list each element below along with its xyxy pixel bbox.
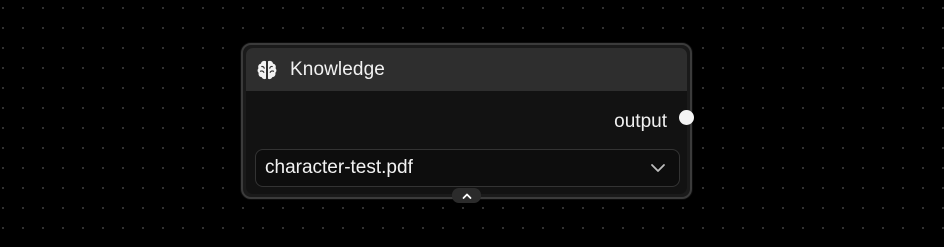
chevron-down-icon[interactable] xyxy=(649,159,667,177)
select-value: character-test.pdf xyxy=(265,157,413,178)
brain-icon xyxy=(255,58,279,82)
node-title: Knowledge xyxy=(290,58,385,80)
chevron-up-icon xyxy=(462,192,472,200)
output-handle[interactable] xyxy=(679,110,694,125)
knowledge-file-select[interactable]: character-test.pdf xyxy=(255,149,680,187)
knowledge-node[interactable]: Knowledge output character-test.pdf xyxy=(241,43,692,199)
output-row: output xyxy=(614,110,667,134)
output-label: output xyxy=(614,111,667,132)
node-header[interactable]: Knowledge xyxy=(246,48,687,91)
node-body: Knowledge output character-test.pdf xyxy=(246,48,687,194)
collapse-toggle-button[interactable] xyxy=(452,188,481,203)
flow-canvas[interactable]: Knowledge output character-test.pdf xyxy=(0,0,944,247)
